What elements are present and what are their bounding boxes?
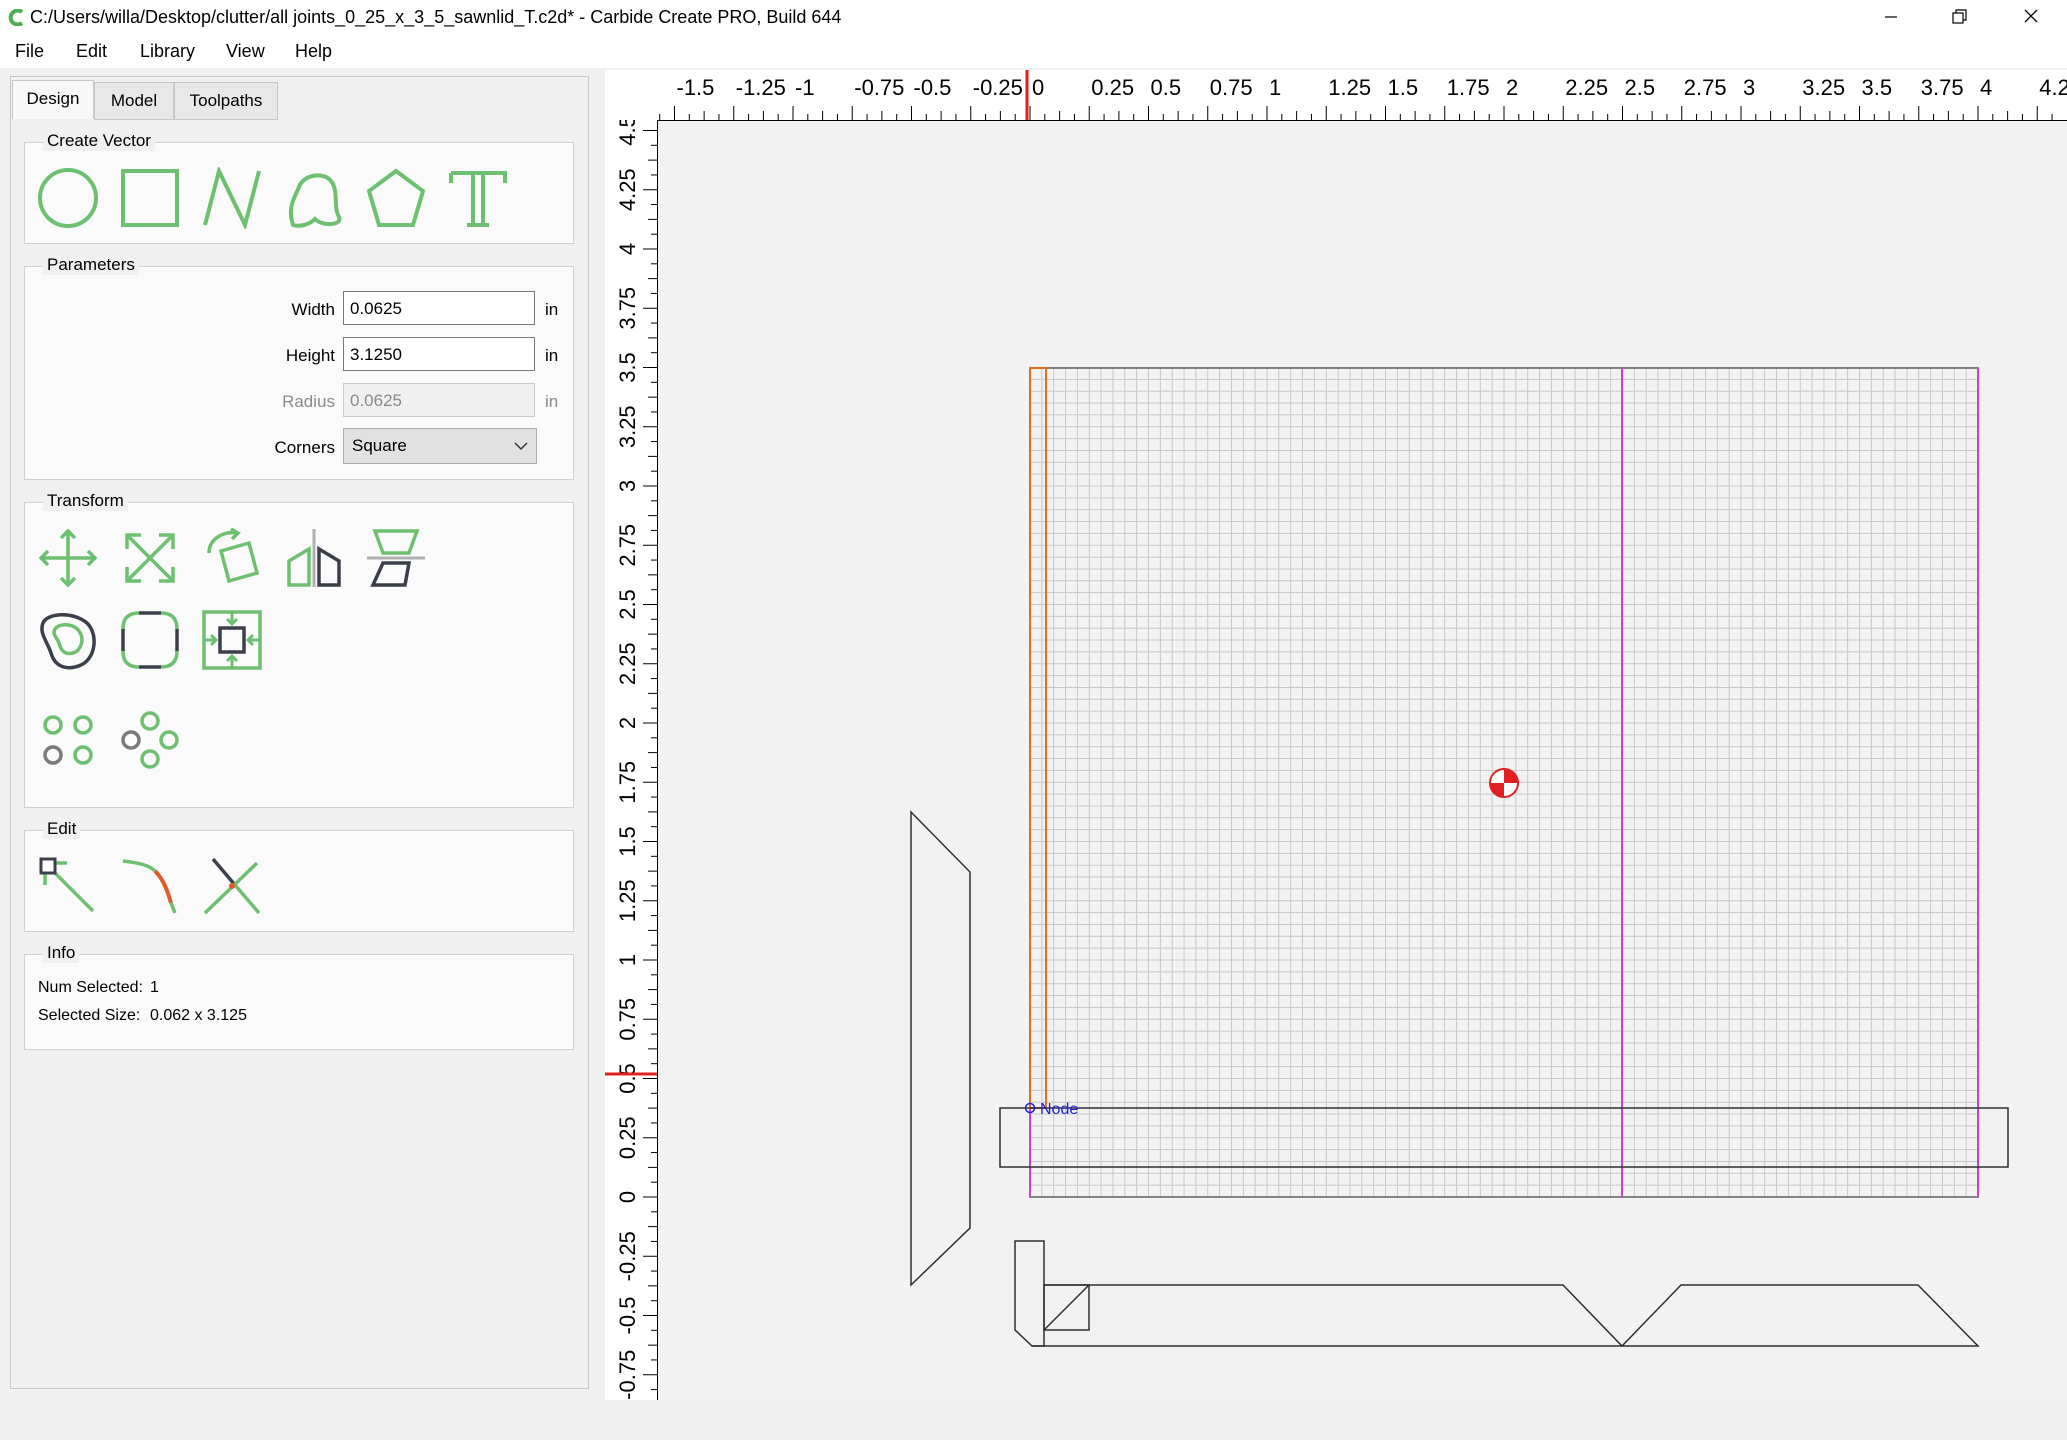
ruler-label: 2.25 — [1565, 75, 1608, 100]
ruler-label: -1.5 — [677, 75, 715, 100]
ruler-label: 4.25 — [2039, 75, 2067, 100]
ruler-label: 4 — [615, 243, 640, 255]
ruler-label: 0.75 — [1210, 75, 1253, 100]
ruler-label: 0.75 — [615, 998, 640, 1041]
horizontal-ruler: -1.5 -1.25 -1 -0.75 -0.5 -0.25 0 0.25 0.5 0.75 1 1.… — [605, 70, 2067, 121]
ruler-label: 2.25 — [615, 642, 640, 685]
ruler-label: -1 — [795, 75, 815, 100]
ruler-label: -0.75 — [854, 75, 904, 100]
trapezoid-vector[interactable] — [910, 810, 971, 1287]
ruler-label: 3 — [615, 480, 640, 492]
ruler-label: 0.5 — [615, 1063, 640, 1094]
node-label: Node — [1040, 1101, 1078, 1118]
ruler-label: 2.75 — [1684, 75, 1727, 100]
ruler-label: 1 — [615, 954, 640, 966]
center-marker-icon — [1489, 768, 1519, 798]
ruler-label: 3.25 — [615, 405, 640, 448]
canvas-drawing: Node — [910, 367, 2009, 1348]
small-bracket-vector[interactable] — [1014, 1240, 1045, 1347]
ruler-label: 0.25 — [1091, 75, 1134, 100]
ruler-label: 1.75 — [1447, 75, 1490, 100]
ruler-label: 0 — [1032, 75, 1044, 100]
ruler-label: 2.75 — [615, 524, 640, 567]
ruler-label: 1.75 — [615, 761, 640, 804]
ruler-label: -0.5 — [914, 75, 952, 100]
ruler-label: 1.25 — [615, 879, 640, 922]
vertical-ruler-ticks: 4.5 4.25 4 3.75 3.5 3.25 3 2.75 2.5 2.25 2 1.75 1.5 1… — [605, 115, 657, 1400]
ruler-label: 3.75 — [615, 287, 640, 330]
ruler-label: 3 — [1743, 75, 1755, 100]
ruler-label: 3.75 — [1921, 75, 1964, 100]
ruler-label: 1.25 — [1328, 75, 1371, 100]
ruler-label: 3.25 — [1802, 75, 1845, 100]
ruler-label: -1.25 — [736, 75, 786, 100]
dovetail-profile-vector[interactable] — [1032, 1284, 1980, 1348]
ruler-label: -0.75 — [615, 1350, 640, 1400]
ruler-label: -0.25 — [973, 75, 1023, 100]
ruler-label: 1.5 — [1388, 75, 1419, 100]
ruler-label: 0.25 — [615, 1116, 640, 1159]
ruler-label: 0 — [615, 1191, 640, 1203]
ruler-label: 2.5 — [1625, 75, 1656, 100]
ruler-corner — [605, 70, 657, 120]
ruler-label: -0.25 — [615, 1231, 640, 1281]
vertical-ruler: 4.5 4.25 4 3.75 3.5 3.25 3 2.75 2.5 2.25 2 1.75 1.5 1… — [605, 115, 658, 1400]
ruler-label: 4.25 — [615, 168, 640, 211]
ruler-label: 2 — [1506, 75, 1518, 100]
ruler-label: 1 — [1269, 75, 1281, 100]
ruler-label: 3.5 — [1862, 75, 1893, 100]
ruler-label: 3.5 — [615, 352, 640, 383]
horizontal-ruler-ticks: -1.5 -1.25 -1 -0.75 -0.5 -0.25 0 0.25 0.5 0.75 1 1.… — [659, 70, 2067, 120]
ruler-label: 0.5 — [1151, 75, 1182, 100]
selected-rectangle-vector[interactable] — [1029, 367, 1047, 1109]
ruler-label: 4.5 — [615, 120, 640, 146]
square-diagonal — [1043, 1284, 1090, 1331]
ruler-label: 4 — [1980, 75, 1992, 100]
ruler-label: 2.5 — [615, 589, 640, 620]
ruler-label: 1.5 — [615, 826, 640, 857]
ruler-label: 2 — [615, 717, 640, 729]
ruler-label: -0.5 — [615, 1297, 640, 1335]
